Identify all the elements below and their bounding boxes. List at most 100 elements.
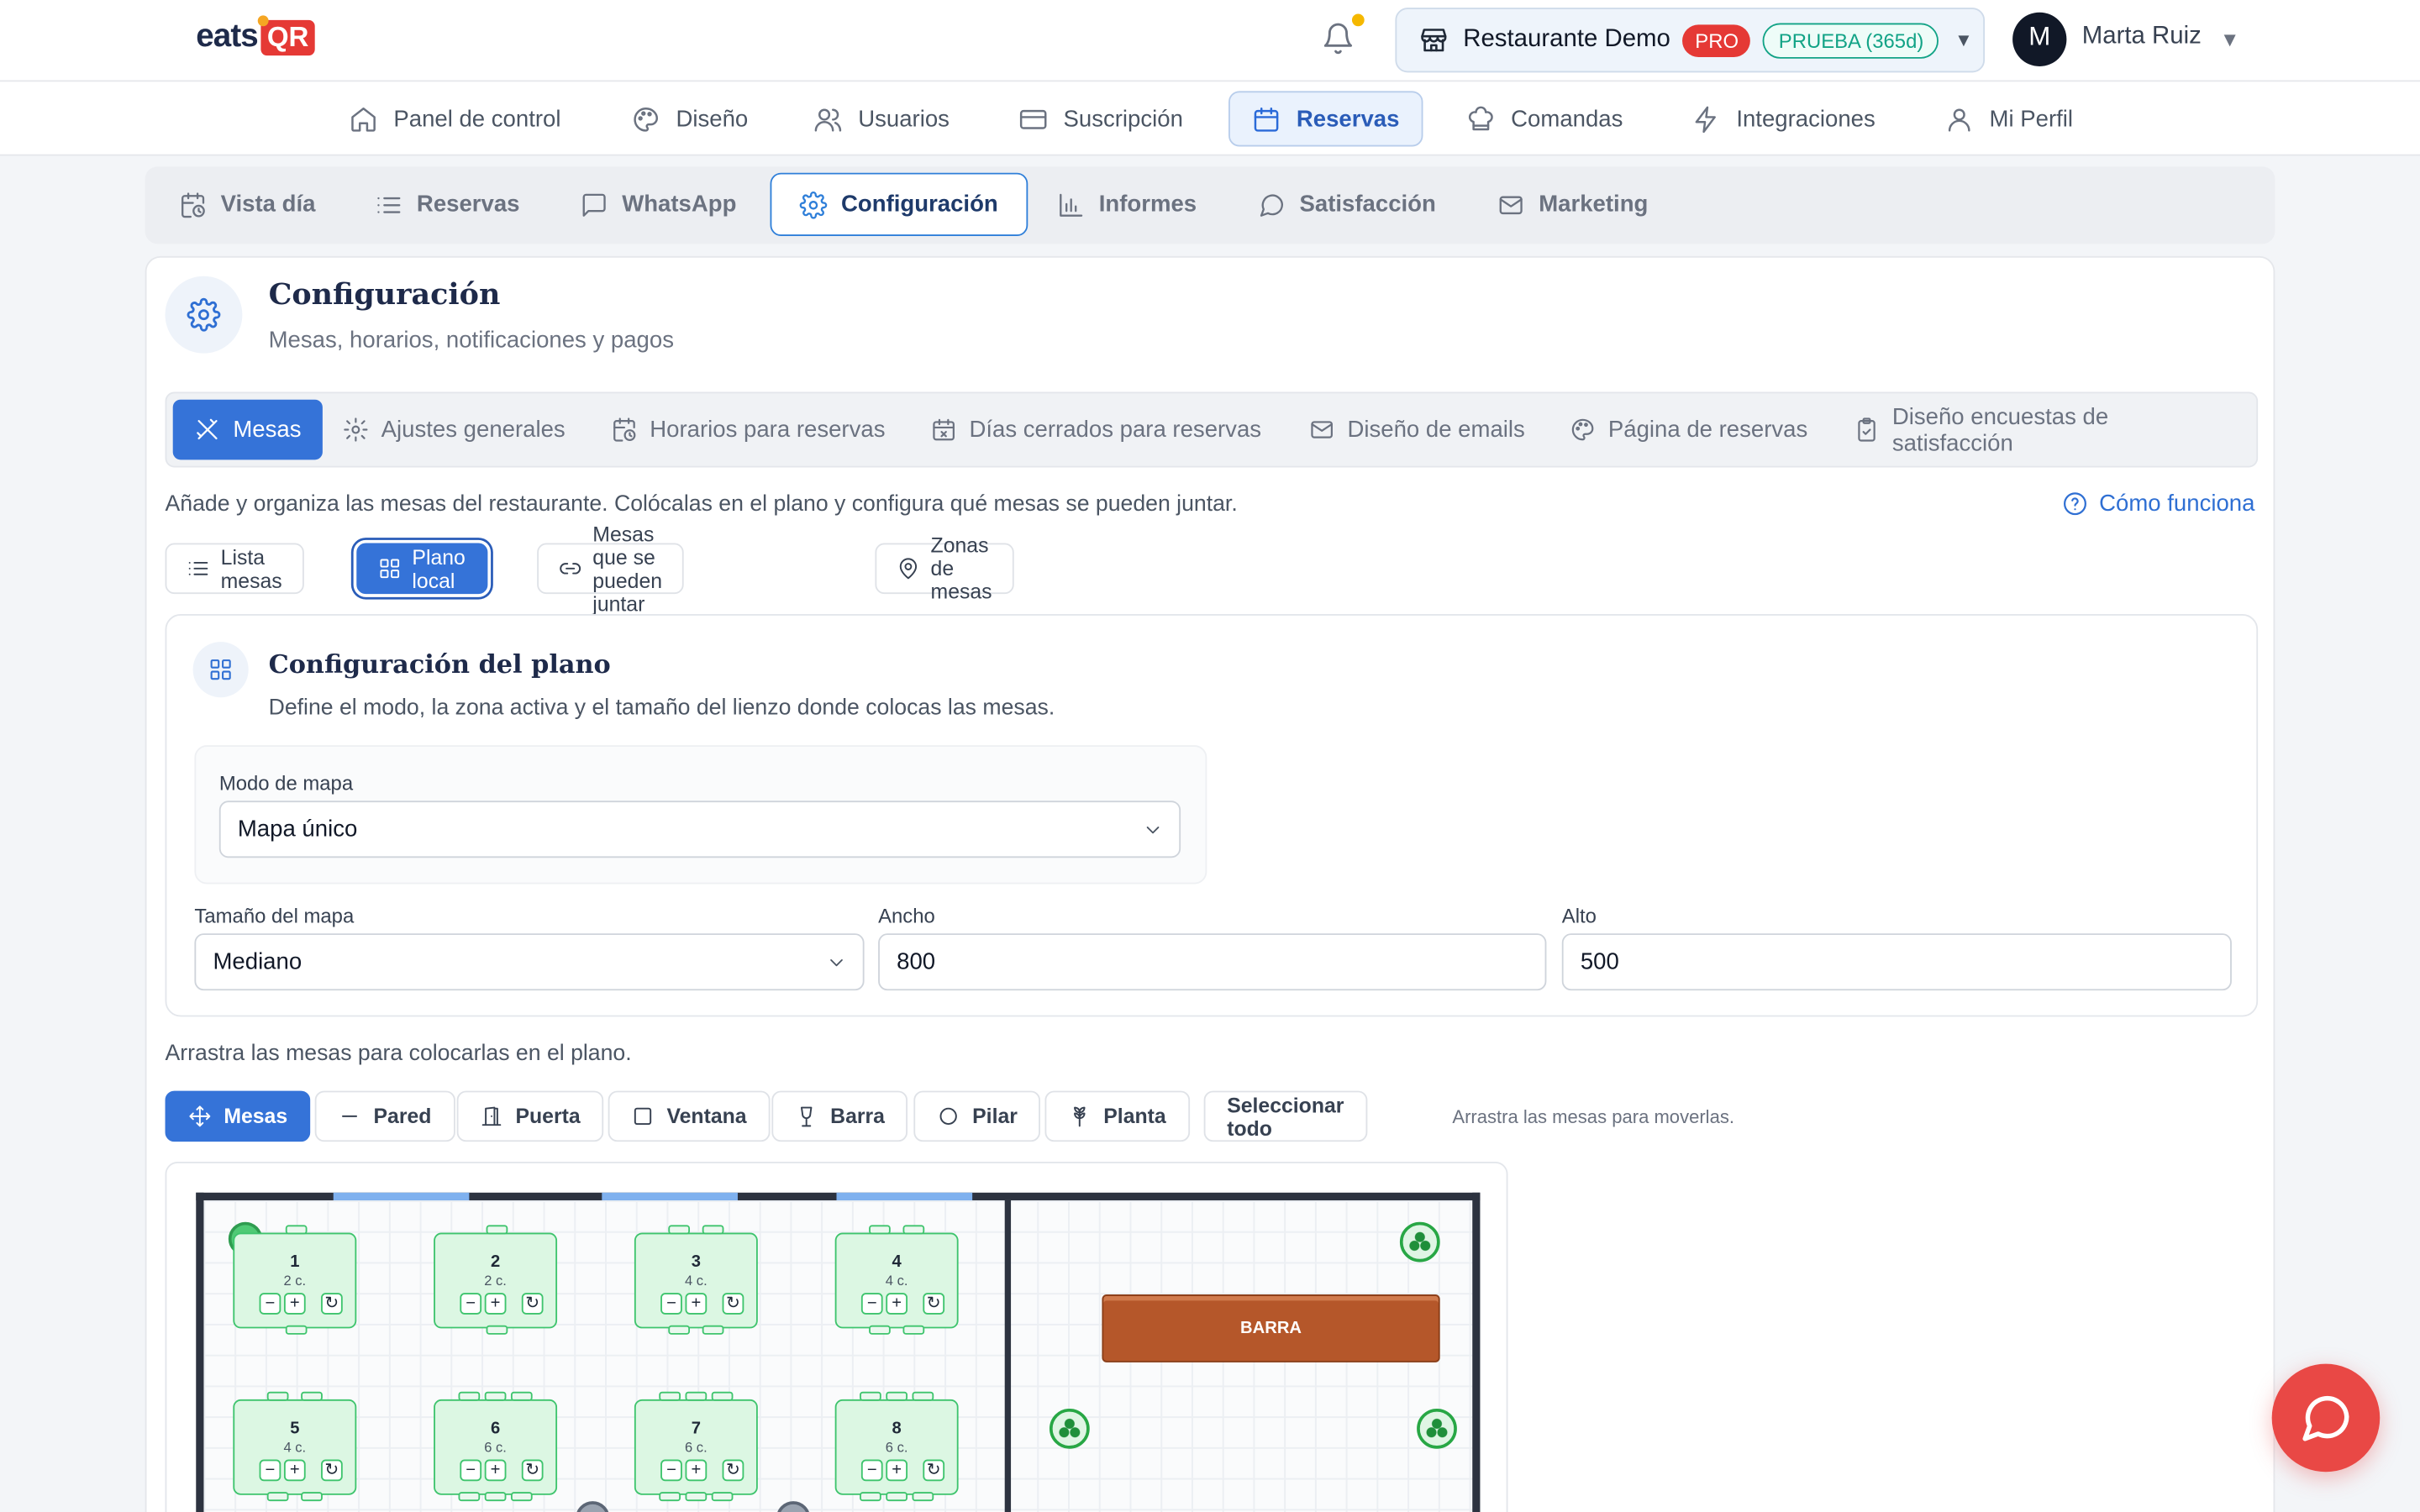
plant-element[interactable] [1049, 1408, 1090, 1449]
rotate-table-button[interactable]: ↻ [521, 1459, 544, 1482]
tool-planta-button[interactable]: Planta [1044, 1090, 1190, 1142]
tab-pagina-reservas[interactable]: Página de reservas [1548, 400, 1829, 460]
tab-dias-cerrados[interactable]: Días cerrados para reservas [909, 400, 1283, 460]
increase-capacity-button[interactable]: + [886, 1293, 908, 1315]
table-6[interactable]: 66 c. − + ↻ [434, 1391, 558, 1502]
chat-support-button[interactable] [2271, 1363, 2381, 1473]
map-size-select[interactable]: Mediano [194, 933, 865, 991]
tab-whatsapp[interactable]: WhatsApp [553, 173, 765, 236]
height-input[interactable]: 500 [1561, 933, 2232, 991]
width-label: Ancho [878, 904, 935, 927]
select-all-button[interactable]: Seleccionar todo [1203, 1090, 1367, 1142]
pillar-element[interactable] [776, 1501, 811, 1512]
restaurant-selector[interactable]: Restaurante Demo PRO PRUEBA (365d) ▼ [1395, 8, 1986, 73]
pillar-element[interactable] [576, 1501, 610, 1512]
increase-capacity-button[interactable]: + [685, 1459, 708, 1482]
tool-label: Seleccionar todo [1227, 1093, 1344, 1140]
user-menu[interactable]: M Marta Ruiz ▼ [2012, 12, 2240, 66]
width-input[interactable]: 800 [878, 933, 1547, 991]
nav-item-mi-perfil[interactable]: Mi Perfil [1923, 91, 2095, 146]
increase-capacity-button[interactable]: + [484, 1293, 507, 1315]
rotate-table-button[interactable]: ↻ [923, 1459, 945, 1482]
rotate-table-button[interactable]: ↻ [321, 1459, 343, 1482]
rotate-table-button[interactable]: ↻ [321, 1293, 343, 1315]
tab-marketing[interactable]: Marketing [1470, 173, 1676, 236]
tab-informes[interactable]: Informes [1029, 173, 1224, 236]
window-element[interactable] [333, 1192, 470, 1200]
chair [912, 1391, 934, 1401]
nav-item-usuarios[interactable]: Usuarios [792, 91, 971, 146]
eatsqr-logo[interactable]: eats QR [196, 14, 315, 55]
minus-icon: − [466, 1294, 476, 1313]
rotate-table-button[interactable]: ↻ [722, 1293, 744, 1315]
nav-item-integraciones[interactable]: Integraciones [1670, 91, 1897, 146]
map-mode-select[interactable]: Mapa único [218, 801, 1181, 858]
increase-capacity-button[interactable]: + [685, 1293, 708, 1315]
tab-vista-dia[interactable]: Vista día [151, 173, 344, 236]
plant-element[interactable] [1417, 1408, 1457, 1449]
minus-icon: − [466, 1460, 476, 1479]
view-tab-plano-local[interactable]: Plano local [356, 543, 487, 595]
tab-horarios-reservas[interactable]: Horarios para reservas [590, 400, 908, 460]
chair [659, 1391, 681, 1401]
tab-diseno-encuestas[interactable]: Diseño encuestas de satisfacción [1832, 400, 2256, 460]
view-tab-mesas-juntar[interactable]: Mesas que se pueden juntar [537, 522, 684, 615]
increase-capacity-button[interactable]: + [283, 1293, 306, 1315]
table-4[interactable]: 44 c. − + ↻ [834, 1225, 959, 1335]
trial-badge: PRUEBA (365d) [1763, 22, 1939, 58]
increase-capacity-button[interactable]: + [283, 1459, 306, 1482]
how-it-works-link[interactable]: Cómo funciona [2062, 491, 2254, 517]
tool-ventana-button[interactable]: Ventana [608, 1090, 771, 1142]
table-capacity: 2 c. [484, 1273, 507, 1289]
increase-capacity-button[interactable]: + [484, 1459, 507, 1482]
chair [285, 1325, 308, 1335]
nav-item-suscripcion[interactable]: Suscripción [997, 91, 1205, 146]
floor-plan-canvas[interactable]: 12 c. − + ↻ 2 2 c. − + ↻ 3 4 c. − + ↻ 4 4 c. − + ↻ 5 4 c. − + ↻… [196, 1192, 1481, 1512]
table-1[interactable]: 12 c. − + ↻ [233, 1225, 357, 1335]
notifications-bell-icon[interactable] [1321, 22, 1355, 59]
table-8[interactable]: 86 c. − + ↻ [834, 1391, 959, 1502]
chair [860, 1492, 881, 1502]
tool-mesas-button[interactable]: Mesas [165, 1090, 311, 1142]
table-7[interactable]: 76 c. − + ↻ [634, 1391, 758, 1502]
rotate-table-button[interactable]: ↻ [521, 1293, 544, 1315]
decrease-capacity-button[interactable]: − [460, 1459, 482, 1482]
rotate-table-button[interactable]: ↻ [722, 1459, 744, 1482]
increase-capacity-button[interactable]: + [886, 1459, 908, 1482]
decrease-capacity-button[interactable]: − [259, 1293, 281, 1315]
tab-configuracion[interactable]: Configuración [770, 172, 1028, 237]
tool-pared-button[interactable]: Pared [314, 1090, 455, 1142]
table-3[interactable]: 34 c. − + ↻ [634, 1225, 758, 1335]
tool-barra-button[interactable]: Barra [771, 1090, 908, 1142]
bar-counter[interactable]: BARRA [1102, 1294, 1440, 1362]
decrease-capacity-button[interactable]: − [660, 1293, 682, 1315]
decrease-capacity-button[interactable]: − [660, 1459, 682, 1482]
tab-diseno-emails[interactable]: Diseño de emails [1287, 400, 1547, 460]
nav-item-reservas[interactable]: Reservas [1228, 91, 1423, 147]
tool-pilar-button[interactable]: Pilar [913, 1090, 1041, 1142]
decrease-capacity-button[interactable]: − [860, 1459, 883, 1482]
decrease-capacity-button[interactable]: − [860, 1293, 883, 1315]
tab-mesas[interactable]: Mesas [172, 399, 324, 460]
tab-satisfaccion[interactable]: Satisfacción [1230, 173, 1464, 236]
window-element[interactable] [836, 1192, 973, 1200]
decrease-capacity-button[interactable]: − [460, 1293, 482, 1315]
wall-element[interactable] [1004, 1200, 1012, 1512]
view-tab-lista-mesas[interactable]: Lista mesas [165, 543, 304, 595]
chair [484, 1492, 507, 1502]
plant-element[interactable] [1399, 1221, 1440, 1263]
tab-ajustes-generales[interactable]: Ajustes generales [321, 400, 587, 460]
nav-item-diseno[interactable]: Diseño [610, 91, 770, 146]
window-element[interactable] [602, 1192, 738, 1200]
rotate-table-button[interactable]: ↻ [923, 1293, 945, 1315]
nav-item-comandas[interactable]: Comandas [1444, 91, 1644, 146]
table-5[interactable]: 54 c. − + ↻ [233, 1391, 357, 1502]
nav-item-panel-de-control[interactable]: Panel de control [327, 91, 582, 146]
drag-hint: Arrastra las mesas para colocarlas en el… [165, 1041, 632, 1067]
decrease-capacity-button[interactable]: − [259, 1459, 281, 1482]
tab-reservas[interactable]: Reservas [347, 173, 547, 236]
table-2[interactable]: 22 c. − + ↻ [434, 1225, 558, 1335]
tool-puerta-button[interactable]: Puerta [456, 1090, 604, 1142]
table-number: 2 [490, 1252, 501, 1272]
view-tab-zonas-mesas[interactable]: Zonas de mesas [875, 534, 1014, 603]
